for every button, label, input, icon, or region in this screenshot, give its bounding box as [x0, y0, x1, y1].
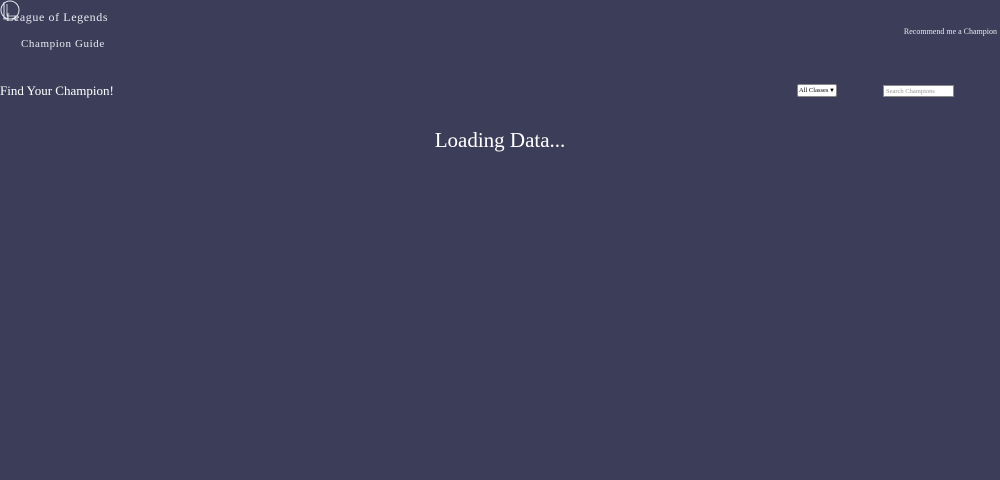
brand-subtitle[interactable]: Champion Guide [21, 38, 105, 50]
loading-message: Loading Data... [434, 128, 566, 152]
page: League of Legends Champion Guide Recomme… [0, 0, 1000, 480]
find-champion-heading: Find Your Champion! [0, 83, 114, 98]
search-champions-input[interactable] [883, 85, 954, 97]
recommend-champion-link[interactable]: Recommend me a Champion [904, 27, 997, 36]
class-filter-select[interactable]: All Classes ▼ [797, 84, 837, 97]
brand-title[interactable]: League of Legends [6, 10, 108, 25]
class-filter-value: All Classes [799, 87, 829, 94]
chevron-down-icon: ▼ [829, 87, 835, 94]
